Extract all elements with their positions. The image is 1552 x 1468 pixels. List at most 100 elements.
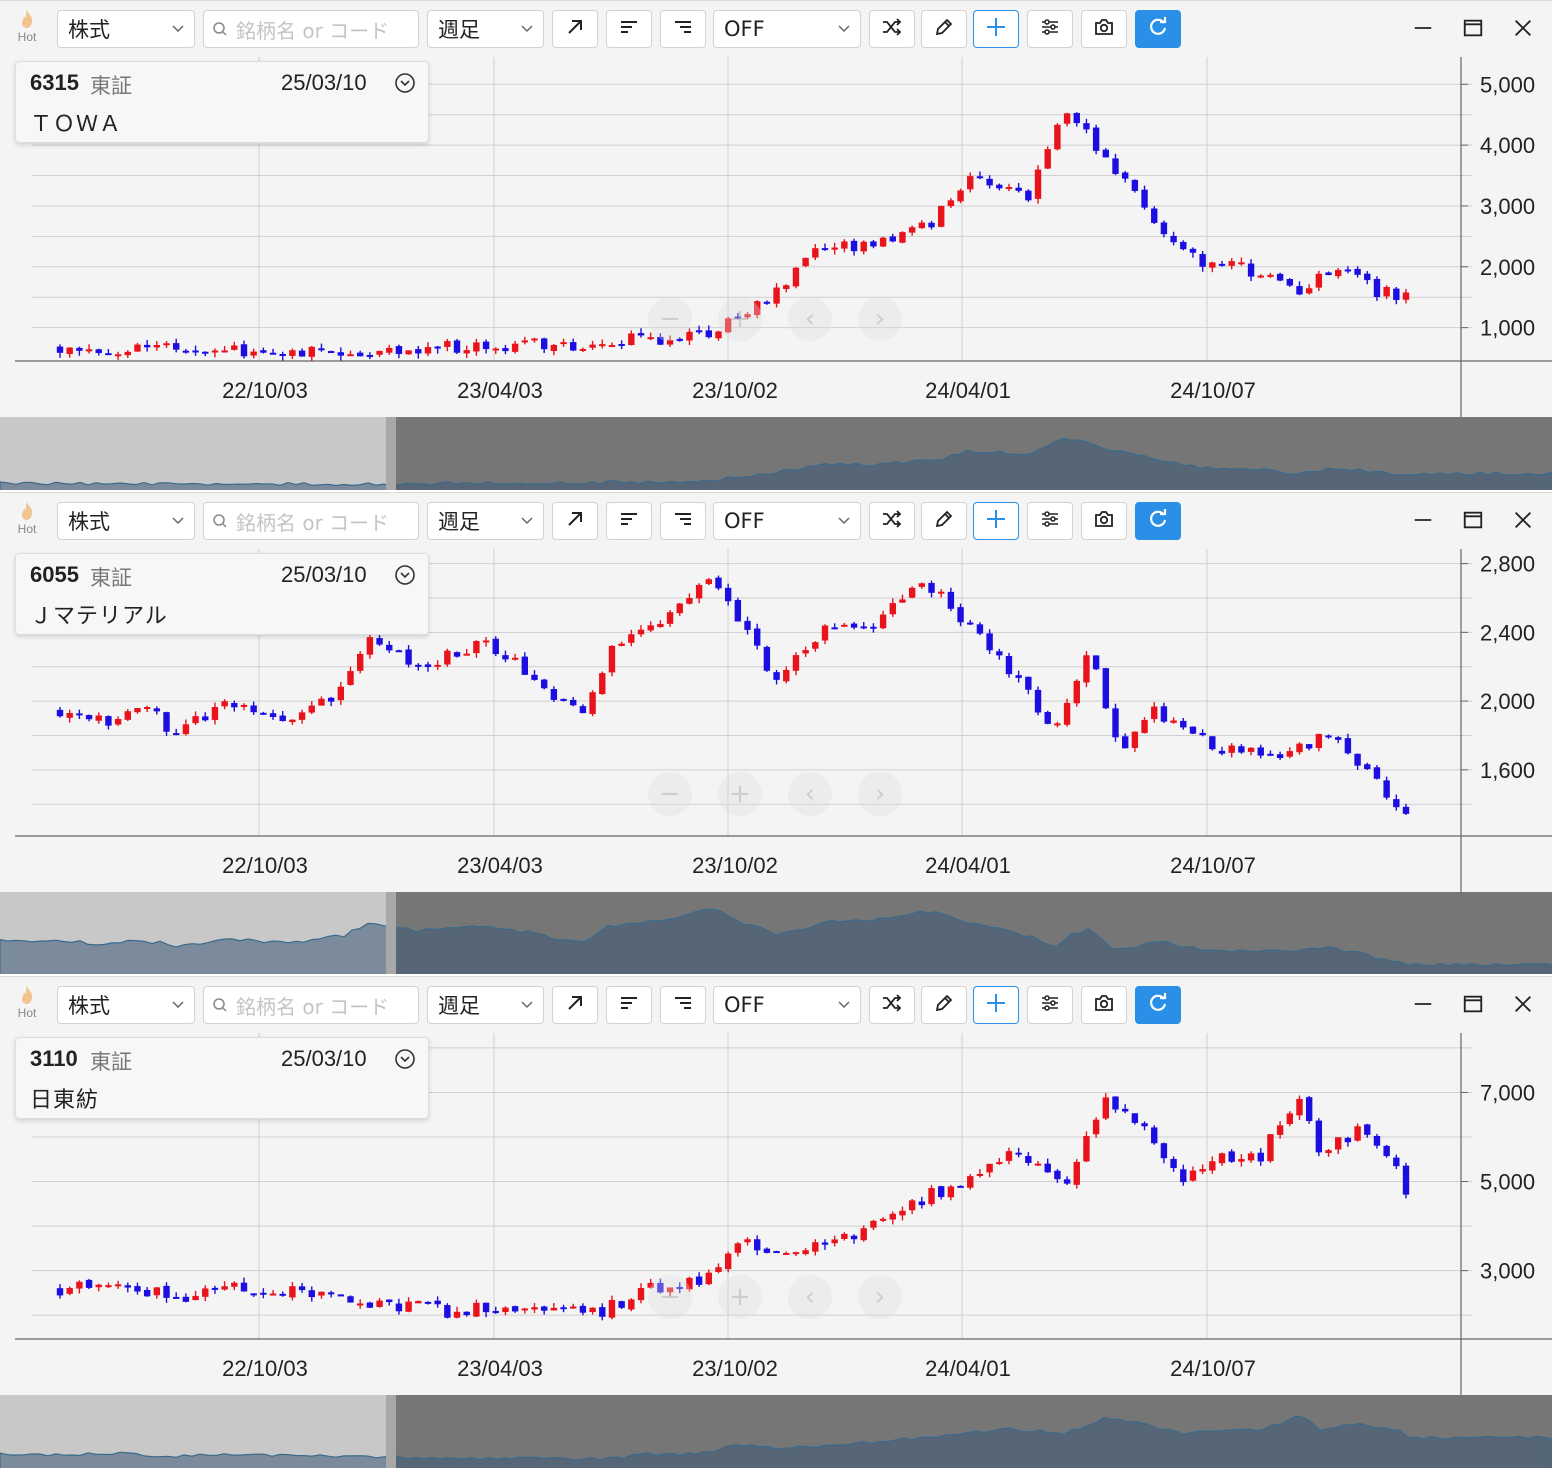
range-handle[interactable] [386, 892, 396, 974]
hot-button[interactable]: Hot [10, 983, 44, 1020]
settings-sliders-button[interactable] [1027, 502, 1073, 540]
refresh-button[interactable] [1135, 986, 1181, 1024]
scroll-right-button[interactable]: › [858, 1275, 902, 1319]
refresh-button[interactable] [1135, 502, 1181, 540]
expand-chevron-icon[interactable] [394, 72, 416, 98]
type-select[interactable]: 株式 [57, 502, 195, 540]
symbol-search-input[interactable]: 銘柄名 or コード [203, 986, 419, 1024]
symbol-search-input[interactable]: 銘柄名 or コード [203, 10, 419, 48]
range-navigator[interactable] [0, 417, 1552, 490]
candle [618, 641, 625, 647]
close-window-button[interactable] [1508, 991, 1538, 1021]
trend-line-button[interactable] [552, 502, 598, 540]
type-select[interactable]: 株式 [57, 986, 195, 1024]
candle [1015, 182, 1022, 193]
period-select[interactable]: 週足 [427, 502, 544, 540]
candle [1276, 272, 1284, 282]
range-handle[interactable] [386, 1395, 396, 1468]
settings-sliders-button[interactable] [1027, 986, 1073, 1024]
refresh-button[interactable] [1135, 10, 1181, 48]
settings-sliders-button[interactable] [1027, 10, 1073, 48]
hot-button[interactable]: Hot [10, 7, 44, 44]
align-right-button[interactable] [660, 502, 706, 540]
candle [386, 1299, 393, 1306]
type-select[interactable]: 株式 [57, 10, 195, 48]
camera-button[interactable] [1081, 502, 1127, 540]
maximize-window-button[interactable] [1458, 991, 1488, 1021]
trend-line-button[interactable] [552, 10, 598, 48]
symbol-search-input[interactable]: 銘柄名 or コード [203, 502, 419, 540]
camera-button[interactable] [1081, 10, 1127, 48]
hot-button[interactable]: Hot [10, 499, 44, 536]
trend-line-button[interactable] [552, 986, 598, 1024]
pencil-button[interactable] [921, 10, 967, 48]
compare-select[interactable]: OFF [713, 10, 861, 48]
candle [550, 344, 558, 356]
compare-select[interactable]: OFF [713, 986, 861, 1024]
expand-chevron-icon[interactable] [394, 564, 416, 590]
candle [289, 719, 296, 725]
scroll-right-button[interactable]: › [858, 297, 902, 341]
crosshair-plus-button[interactable] [973, 10, 1019, 48]
shuffle-button[interactable] [869, 502, 915, 540]
close-window-button[interactable] [1508, 507, 1538, 537]
zoom-in-button[interactable]: + [718, 1275, 762, 1319]
candle [812, 1239, 819, 1256]
align-left-button[interactable] [606, 986, 652, 1024]
candle [540, 337, 548, 354]
chevron-down-icon [172, 998, 184, 1012]
maximize-window-button[interactable] [1458, 507, 1488, 537]
candle [792, 267, 800, 289]
align-left-button[interactable] [606, 10, 652, 48]
candle [1092, 124, 1100, 155]
scroll-left-button[interactable]: ‹ [788, 297, 832, 341]
x-tick-label: 22/10/03 [222, 378, 308, 403]
range-handle[interactable] [386, 417, 396, 490]
align-left-button[interactable] [606, 502, 652, 540]
candle [889, 1211, 896, 1225]
compare-select[interactable]: OFF [713, 502, 861, 540]
camera-button[interactable] [1081, 986, 1127, 1024]
crosshair-plus-button[interactable] [973, 502, 1019, 540]
period-select[interactable]: 週足 [427, 986, 544, 1024]
candle [1005, 183, 1013, 192]
period-select[interactable]: 週足 [427, 10, 544, 48]
minimize-window-button[interactable] [1408, 507, 1438, 537]
minimize-window-button[interactable] [1408, 991, 1438, 1021]
zoom-out-button[interactable]: − [648, 297, 692, 341]
range-navigator[interactable] [0, 892, 1552, 974]
zoom-in-button[interactable]: + [718, 297, 762, 341]
crosshair-plus-button[interactable] [973, 986, 1019, 1024]
candle [85, 1278, 93, 1290]
candle [1335, 267, 1342, 279]
pencil-button[interactable] [921, 986, 967, 1024]
minimize-window-button[interactable] [1408, 15, 1438, 45]
candle [1054, 721, 1061, 728]
shuffle-button[interactable] [869, 986, 915, 1024]
scroll-left-button[interactable]: ‹ [788, 772, 832, 816]
candle [202, 712, 209, 722]
shuffle-button[interactable] [869, 10, 915, 48]
candle [1102, 148, 1110, 158]
candle [143, 705, 151, 713]
align-right-button[interactable] [660, 10, 706, 48]
chart-toolbar: Hot 株式 銘柄名 or コード 週足 OFF [0, 493, 1552, 549]
candle [599, 1303, 606, 1321]
zoom-in-button[interactable]: + [718, 772, 762, 816]
candle [947, 1184, 955, 1201]
maximize-window-button[interactable] [1458, 15, 1488, 45]
candle [1209, 736, 1216, 751]
align-right-button[interactable] [660, 986, 706, 1024]
candle [695, 325, 703, 335]
candle [173, 1292, 180, 1299]
range-navigator[interactable] [0, 1395, 1552, 1468]
pencil-button[interactable] [921, 502, 967, 540]
close-window-button[interactable] [1508, 15, 1538, 45]
scroll-right-button[interactable]: › [858, 772, 902, 816]
scroll-left-button[interactable]: ‹ [788, 1275, 832, 1319]
zoom-out-button[interactable]: − [648, 772, 692, 816]
candle [473, 1299, 480, 1318]
expand-chevron-icon[interactable] [394, 1048, 416, 1074]
x-tick-label: 24/04/01 [925, 1356, 1011, 1381]
zoom-out-button[interactable]: − [648, 1275, 692, 1319]
